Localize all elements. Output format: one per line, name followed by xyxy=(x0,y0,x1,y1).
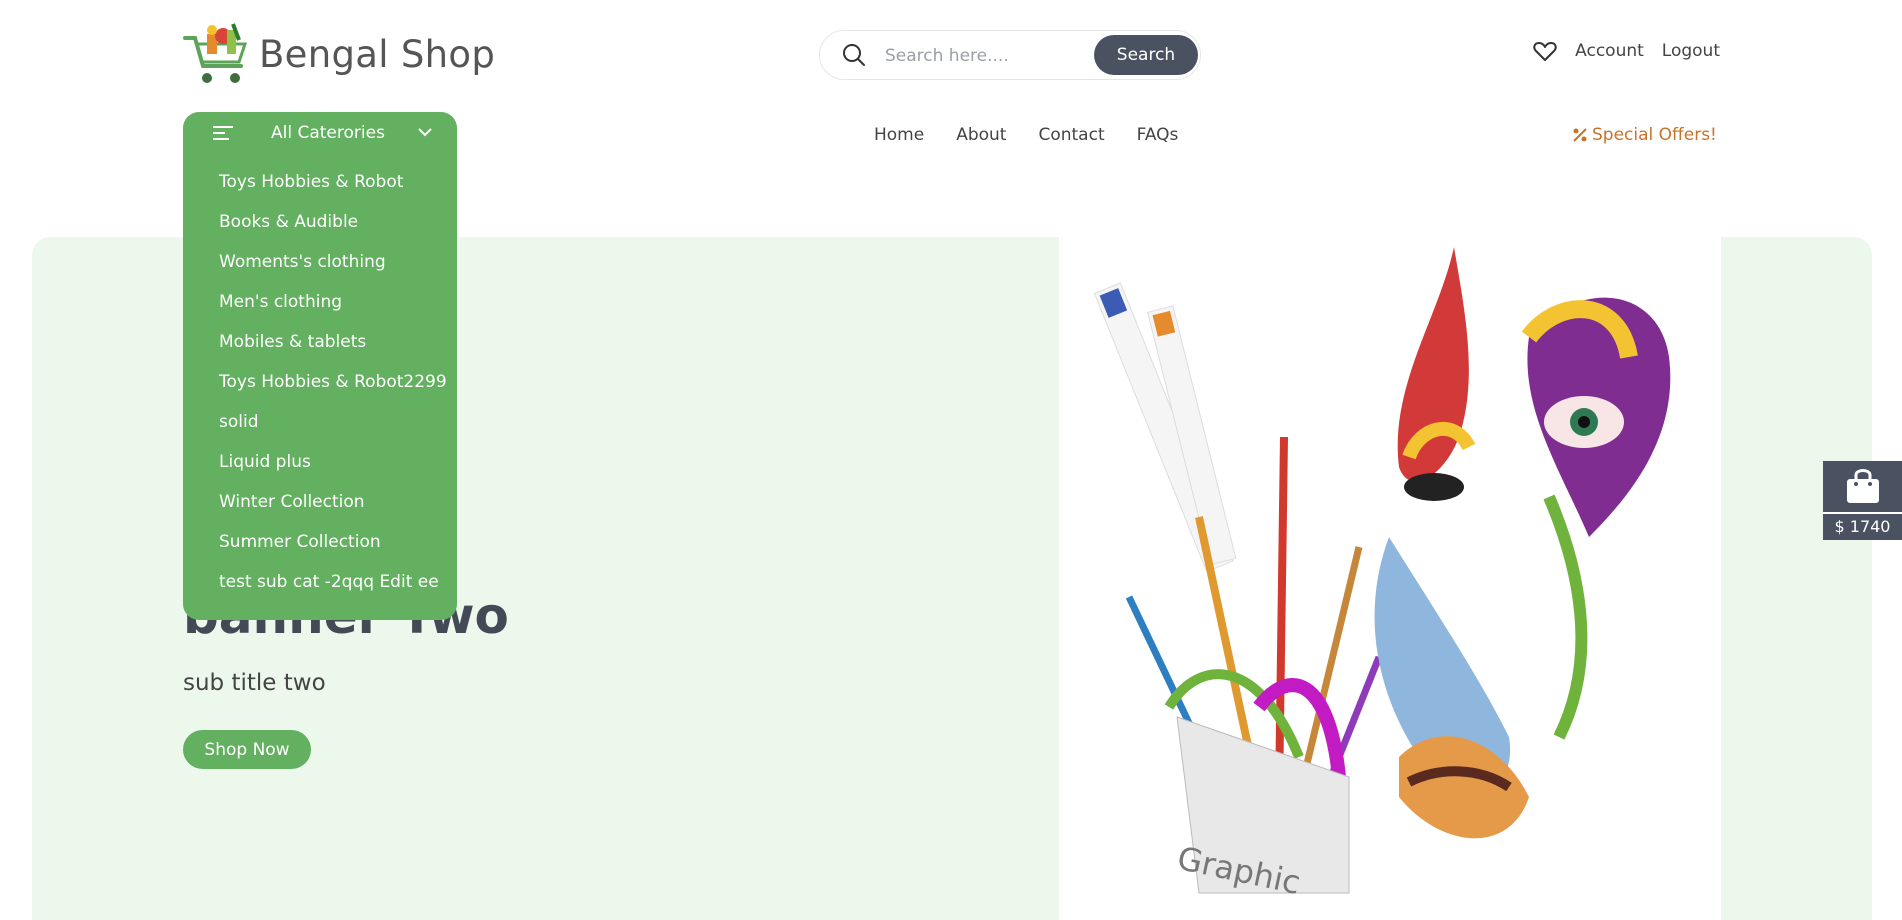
search-bar: Search xyxy=(819,30,1201,80)
logout-link[interactable]: Logout xyxy=(1662,41,1720,61)
special-offers-link[interactable]: Special Offers! xyxy=(1572,125,1717,145)
cart-total: $ 1740 xyxy=(1823,512,1902,540)
brand-name: Bengal Shop xyxy=(259,32,496,76)
category-item[interactable]: Men's clothing xyxy=(183,282,457,322)
category-item[interactable]: Toys Hobbies & Robot xyxy=(183,162,457,202)
shopping-cart-logo-icon xyxy=(183,23,248,83)
category-item[interactable]: Summer Collection xyxy=(183,522,457,562)
main-nav: Home About Contact FAQs xyxy=(874,125,1178,145)
categories-toggle[interactable]: All Caterories xyxy=(183,112,457,154)
category-item[interactable]: Toys Hobbies & Robot2299 xyxy=(183,362,457,402)
category-item[interactable]: test sub cat -2qqq Edit ee xyxy=(183,562,457,602)
search-button[interactable]: Search xyxy=(1094,35,1198,75)
wishlist-heart-icon[interactable] xyxy=(1533,40,1557,62)
special-offers-label: Special Offers! xyxy=(1592,125,1717,145)
search-input[interactable] xyxy=(885,43,1085,69)
account-links: Account Logout xyxy=(1533,40,1720,62)
shopping-bag-icon xyxy=(1847,469,1879,503)
nav-faqs[interactable]: FAQs xyxy=(1137,125,1179,145)
nav-contact[interactable]: Contact xyxy=(1038,125,1104,145)
nav-about[interactable]: About xyxy=(956,125,1006,145)
category-item[interactable]: Liquid plus xyxy=(183,442,457,482)
category-item[interactable]: solid xyxy=(183,402,457,442)
account-link[interactable]: Account xyxy=(1575,41,1644,61)
cart-widget[interactable]: $ 1740 xyxy=(1823,461,1902,540)
nav-home[interactable]: Home xyxy=(874,125,924,145)
categories-dropdown: All Caterories Toys Hobbies & Robot Book… xyxy=(183,112,457,620)
logo[interactable]: Bengal Shop xyxy=(183,22,495,86)
shop-now-button[interactable]: Shop Now xyxy=(183,730,311,769)
chevron-down-icon xyxy=(418,128,432,137)
categories-list: Toys Hobbies & Robot Books & Audible Wom… xyxy=(183,162,457,602)
banner-subtitle: sub title two xyxy=(183,670,326,696)
category-item[interactable]: Mobiles & tablets xyxy=(183,322,457,362)
menu-lines-icon xyxy=(213,126,233,140)
category-item[interactable]: Books & Audible xyxy=(183,202,457,242)
percent-icon xyxy=(1573,128,1587,142)
category-item[interactable]: Winter Collection xyxy=(183,482,457,522)
banner-graphic-image: Graphic xyxy=(1059,237,1721,920)
category-item[interactable]: Woments's clothing xyxy=(183,242,457,282)
categories-title: All Caterories xyxy=(271,123,385,143)
search-icon xyxy=(843,44,865,66)
